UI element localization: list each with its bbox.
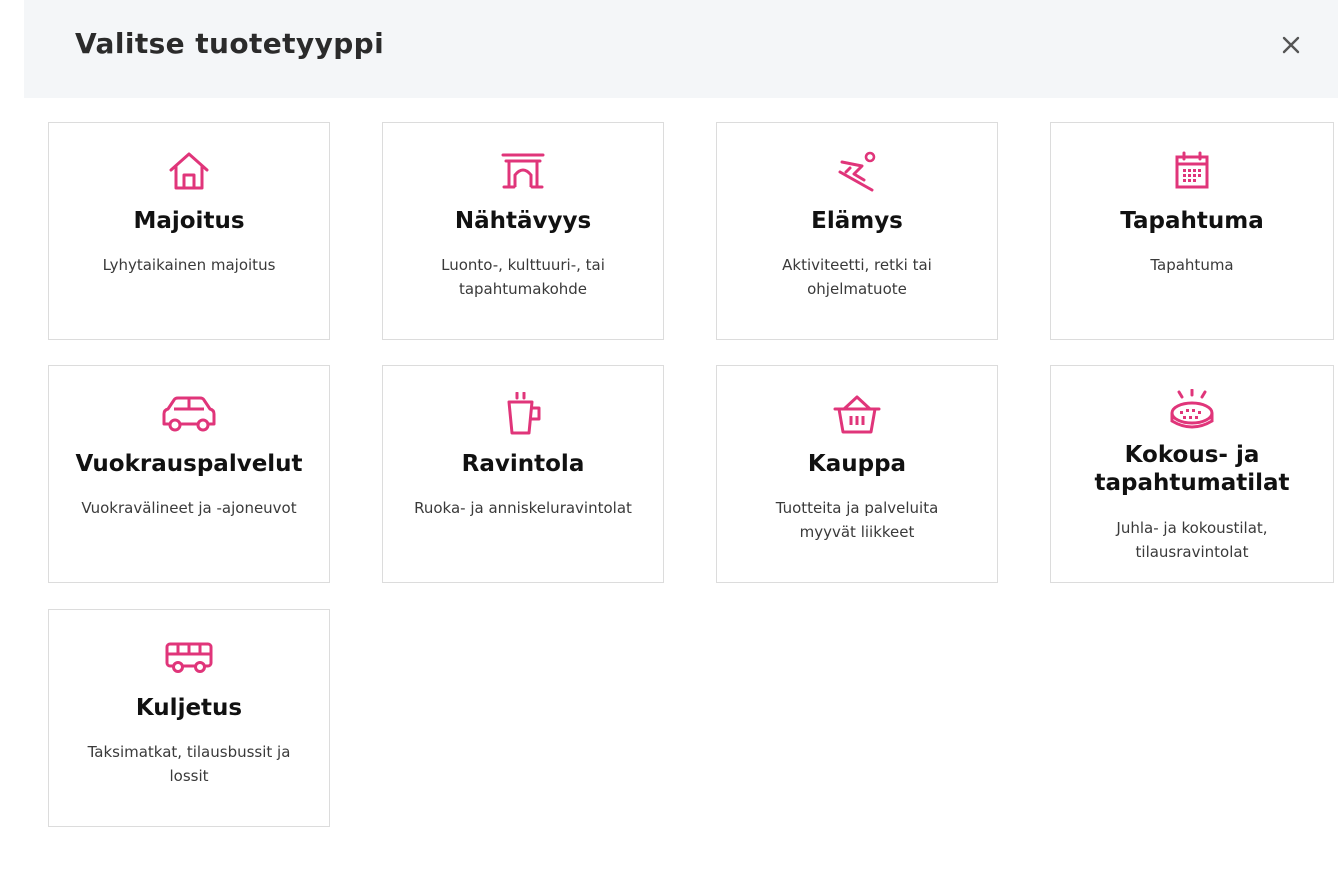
card-title: Ravintola [461,451,585,477]
card-kauppa[interactable]: Kauppa Tuotteita ja palveluita myyvät li… [716,365,998,583]
card-tapahtuma[interactable]: Tapahtuma Tapahtuma [1050,122,1334,340]
card-description: Vuokravälineet ja -ajoneuvot [81,499,297,517]
shopping-basket-icon [717,394,997,434]
coffee-cup-icon [383,392,663,435]
card-description: Tapahtuma [1150,256,1234,274]
close-button[interactable] [1274,28,1308,62]
modal-title: Valitse tuotetyyppi [75,27,385,60]
car-icon [49,394,329,434]
card-description: Taksimatkat, tilausbussit ja lossit [87,743,291,785]
card-title: Elämys [811,208,903,234]
card-title: Nähtävyys [454,208,592,234]
gate-icon [383,151,663,191]
calendar-icon [1051,151,1333,191]
card-description: Tuotteita ja palveluita myyvät liikkeet [775,499,939,541]
card-kuljetus[interactable]: Kuljetus Taksimatkat, tilausbussit ja lo… [48,609,330,827]
stadium-icon [1051,389,1333,430]
card-vuokrauspalvelut[interactable]: Vuokrauspalvelut Vuokravälineet ja -ajon… [48,365,330,583]
product-type-modal: Valitse tuotetyyppi Majoitus Lyhytaikain… [0,0,1338,895]
house-icon [49,151,329,191]
card-ravintola[interactable]: Ravintola Ruoka- ja anniskeluravintolat [382,365,664,583]
skier-icon [717,151,997,192]
card-title: Majoitus [133,208,245,234]
card-kokous-tapahtumatilat[interactable]: Kokous- ja tapahtumatilat Juhla- ja koko… [1050,365,1334,583]
card-title: Kauppa [807,451,907,477]
card-description: Lyhytaikainen majoitus [102,256,276,274]
close-icon [1282,36,1300,54]
card-title: Kokous- ja tapahtumatilat [1094,442,1290,496]
card-elamys[interactable]: Elämys Aktiviteetti, retki tai ohjelmatu… [716,122,998,340]
bus-icon [49,638,329,678]
card-description: Luonto-, kulttuuri-, tai tapahtumakohde [441,256,605,298]
card-description: Juhla- ja kokoustilat, tilausravintolat [1116,519,1268,561]
card-description: Aktiviteetti, retki tai ohjelmatuote [782,256,932,298]
card-description: Ruoka- ja anniskeluravintolat [414,499,632,517]
card-title: Tapahtuma [1120,208,1264,234]
card-title: Kuljetus [135,695,243,721]
card-title: Vuokrauspalvelut [75,451,303,477]
modal-header: Valitse tuotetyyppi [24,0,1338,98]
card-majoitus[interactable]: Majoitus Lyhytaikainen majoitus [48,122,330,340]
card-nahtavyys[interactable]: Nähtävyys Luonto-, kulttuuri-, tai tapah… [382,122,664,340]
